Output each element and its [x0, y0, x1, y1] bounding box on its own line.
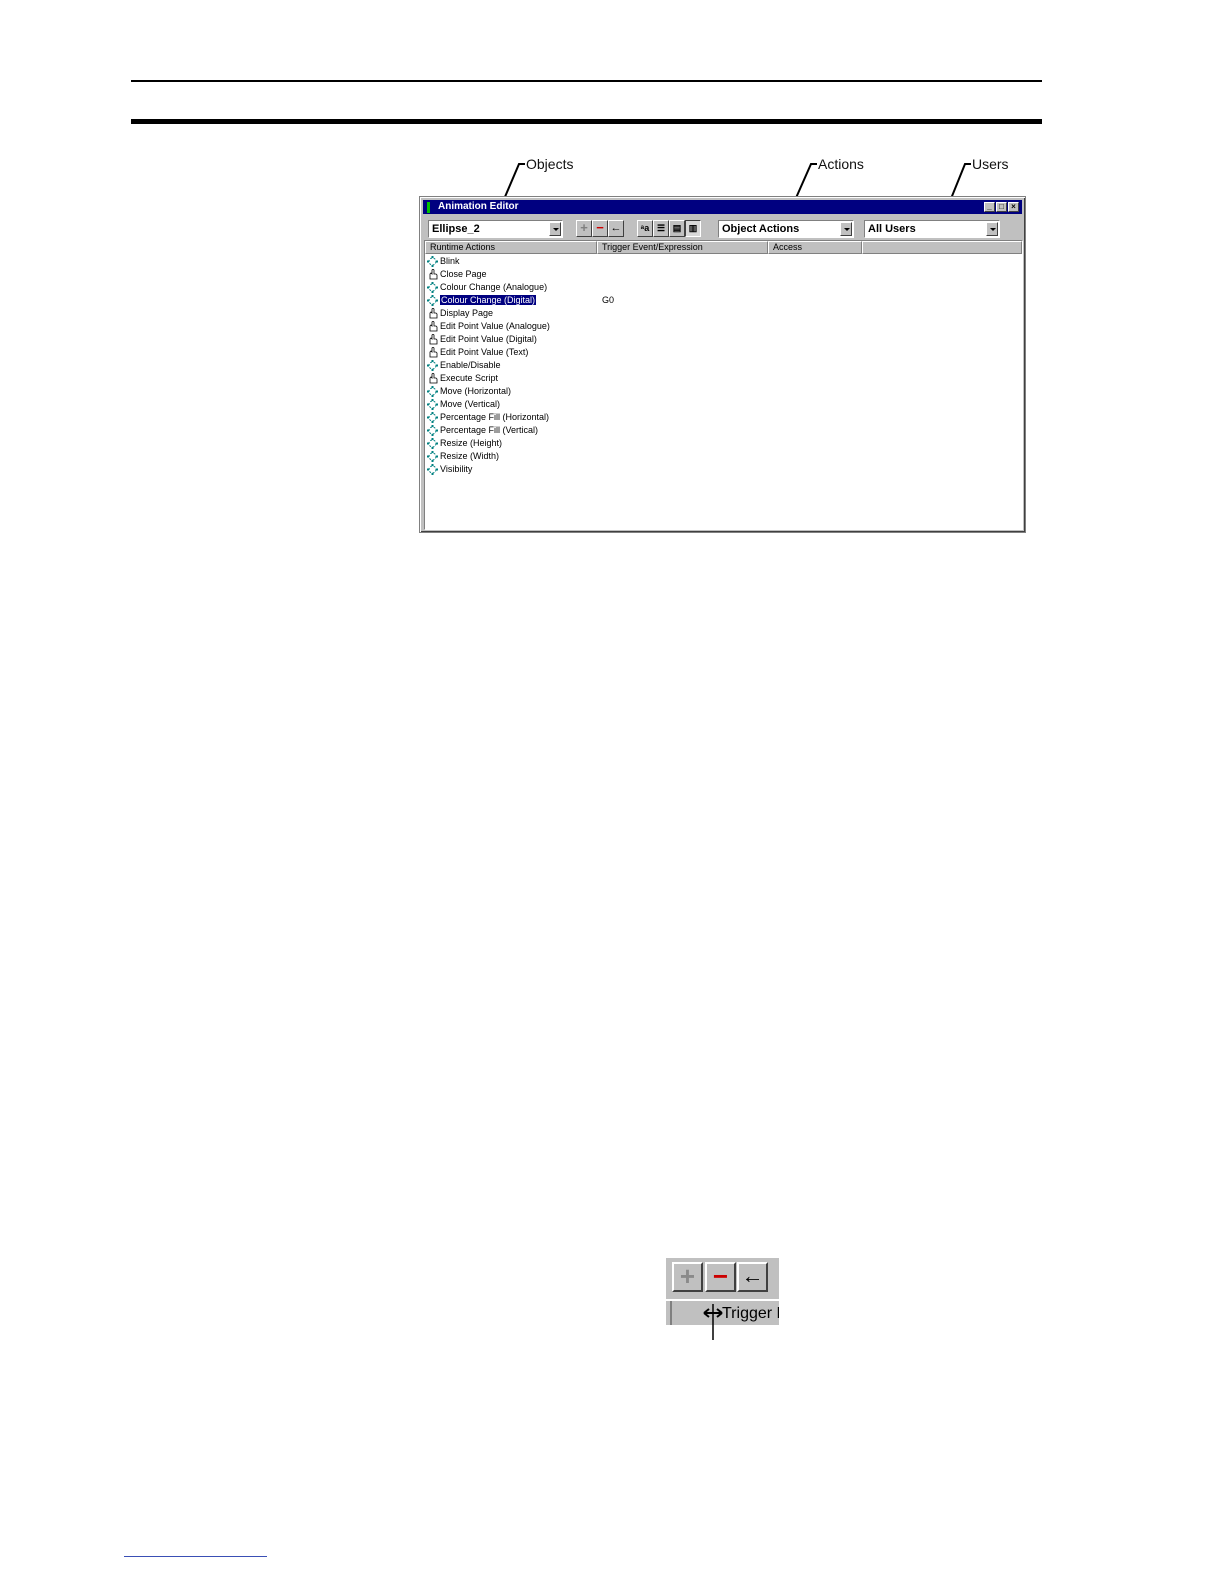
list-item-label: Visibility [440, 464, 473, 474]
hand-pointer-icon [427, 307, 438, 319]
list-icon: ☰ [656, 223, 666, 233]
list-item-label: Move (Horizontal) [440, 386, 512, 396]
list-item-label: Move (Vertical) [440, 399, 501, 409]
list-item-label: Edit Point Value (Text) [440, 347, 529, 357]
list-item[interactable]: Edit Point Value (Digital) [427, 333, 537, 346]
list-item[interactable]: Resize (Height) [427, 437, 502, 450]
list-item[interactable]: Move (Vertical) [427, 398, 500, 411]
actions-select[interactable]: Object Actions [718, 220, 854, 238]
list-item[interactable]: Percentage Fill (Horizontal) [427, 411, 549, 424]
animate-icon [427, 282, 438, 294]
back-arrow-button[interactable]: ← [608, 220, 624, 237]
resize-cursor-icon [703, 1304, 723, 1340]
list-item[interactable]: Blink [427, 255, 460, 268]
app-icon [427, 202, 430, 213]
list-item-label: Execute Script [440, 373, 499, 383]
callout-users: Users [972, 156, 1009, 172]
animate-icon [427, 360, 438, 372]
list-view-button[interactable]: ☰ [653, 220, 669, 237]
list-item[interactable]: Enable/Disable [427, 359, 501, 372]
animate-icon [427, 399, 438, 411]
animate-icon [427, 425, 438, 437]
list-item-label: Colour Change (Digital) [440, 295, 537, 305]
list-item[interactable]: Colour Change (Analogue) [427, 281, 547, 294]
hand-pointer-icon [427, 268, 438, 280]
animate-icon [427, 256, 438, 268]
column-header-runtime-actions[interactable]: Runtime Actions [425, 241, 597, 254]
title-bar: Animation Editor _ □ × [423, 200, 1022, 214]
minus-icon: − [705, 1262, 736, 1292]
callout-objects: Objects [526, 156, 574, 172]
list-item[interactable]: Visibility [427, 463, 472, 476]
list-item[interactable]: Percentage Fill (Vertical) [427, 424, 538, 437]
maximize-icon[interactable]: □ [996, 202, 1007, 212]
column-header-trigger[interactable]: Trigger Event/Expression [597, 241, 768, 254]
hand-pointer-icon [427, 333, 438, 345]
close-icon[interactable]: × [1008, 202, 1019, 212]
list-item[interactable]: Close Page [427, 268, 487, 281]
chevron-down-icon[interactable] [840, 222, 852, 236]
chevron-down-icon[interactable] [986, 222, 998, 236]
chevron-down-icon[interactable] [549, 222, 561, 236]
columns-view-button[interactable]: ▥ [685, 220, 701, 237]
columns-icon: ▥ [688, 223, 698, 233]
hand-pointer-icon [427, 372, 438, 384]
back-arrow-icon: ← [737, 1262, 768, 1292]
list-item-label: Resize (Height) [440, 438, 503, 448]
list-item-label: Colour Change (Analogue) [440, 282, 548, 292]
list-item-label: Resize (Width) [440, 451, 500, 461]
animate-icon [427, 451, 438, 463]
animate-icon [427, 438, 438, 450]
hand-pointer-icon [427, 320, 438, 332]
list-item-label: Edit Point Value (Analogue) [440, 321, 550, 331]
users-select-value: All Users [868, 223, 916, 235]
runtime-actions-list[interactable]: Runtime Actions Trigger Event/Expression… [424, 240, 1023, 530]
users-select[interactable]: All Users [864, 220, 1000, 238]
list-item[interactable]: Display Page [427, 307, 493, 320]
animate-icon [427, 412, 438, 424]
minimize-icon[interactable]: _ [984, 202, 995, 212]
list-item-label: Edit Point Value (Digital) [440, 334, 537, 344]
list-item-label: Blink [440, 256, 460, 266]
column-header-blank[interactable] [862, 241, 1022, 254]
hand-pointer-icon [427, 346, 438, 358]
details-view-button[interactable]: ▤ [669, 220, 685, 237]
list-item-label: Percentage Fill (Horizontal) [440, 412, 550, 422]
list-item-label: Percentage Fill (Vertical) [440, 425, 539, 435]
column-header-access[interactable]: Access [768, 241, 862, 254]
list-item[interactable]: Move (Horizontal) [427, 385, 511, 398]
column-divider [670, 1301, 672, 1325]
add-action-button[interactable]: + [576, 220, 592, 237]
list-item[interactable]: Edit Point Value (Analogue) [427, 320, 550, 333]
animate-icon [427, 295, 438, 307]
footer-rule [124, 1556, 267, 1557]
list-item[interactable]: Resize (Width) [427, 450, 499, 463]
list-item[interactable]: Execute Script [427, 372, 498, 385]
remove-action-button[interactable]: − [592, 220, 608, 237]
object-select[interactable]: Ellipse_2 [428, 220, 563, 238]
list-item-label: Enable/Disable [440, 360, 501, 370]
animate-icon [427, 464, 438, 476]
list-item-label: Display Page [440, 308, 494, 318]
callout-actions: Actions [818, 156, 864, 172]
animation-editor-window: Animation Editor _ □ × Ellipse_2 + − ← ᵃ… [419, 196, 1026, 533]
sort-alpha-icon: ᵃa [640, 223, 650, 233]
list-item-label: Close Page [440, 269, 487, 279]
object-select-value: Ellipse_2 [432, 223, 480, 235]
detail-header-text: Trigger E [722, 1305, 779, 1322]
actions-select-value: Object Actions [722, 223, 800, 235]
trigger-cell: G0 [602, 295, 615, 305]
sort-alpha-button[interactable]: ᵃa [637, 220, 653, 237]
window-title: Animation Editor [438, 201, 519, 212]
animate-icon [427, 386, 438, 398]
add-icon: + [672, 1262, 703, 1292]
list-item[interactable]: Edit Point Value (Text) [427, 346, 528, 359]
list-item[interactable]: Colour Change (Digital) [427, 294, 537, 307]
details-icon: ▤ [672, 223, 682, 233]
